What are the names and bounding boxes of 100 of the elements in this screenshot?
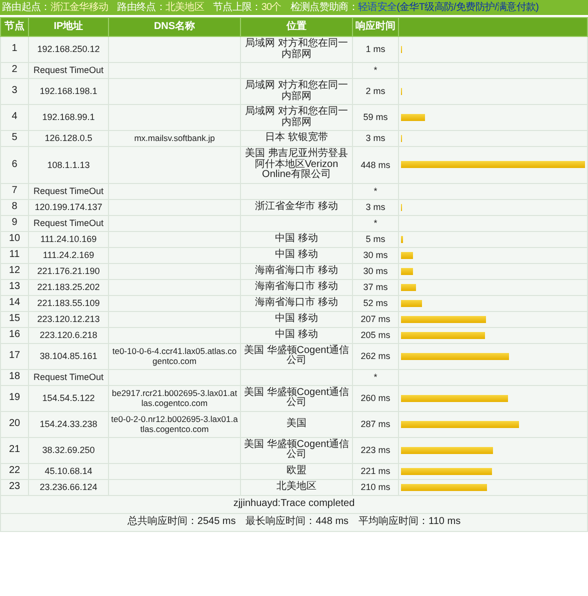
location-cell: 欧盟 <box>240 463 352 479</box>
hop-number-cell: 10 <box>0 231 28 247</box>
route-info-label: 路由终点： <box>117 2 166 14</box>
ip-address-cell: 192.168.99.1 <box>28 104 108 130</box>
dns-name-cell: te0-10-0-6-4.ccr41.lax05.atlas.cogentco.com <box>108 343 240 369</box>
ip-address-cell: 38.104.85.161 <box>28 343 108 369</box>
hop-number-cell: 14 <box>0 295 28 311</box>
column-header: 节点 <box>0 18 28 36</box>
response-time-cell: 30 ms <box>352 263 398 279</box>
location-cell: 局域网 对方和您在同一内部网 <box>240 36 352 62</box>
location-cell: 美国 弗吉尼亚州劳登县阿什本地区Verizon Online有限公司 <box>240 146 352 183</box>
response-time-cell: 5 ms <box>352 231 398 247</box>
hop-number-cell: 4 <box>0 104 28 130</box>
hop-number-cell: 5 <box>0 130 28 146</box>
ip-address-cell: 120.199.174.137 <box>28 199 108 215</box>
response-time-cell: * <box>352 215 398 231</box>
location-cell: 日本 软银宽带 <box>240 130 352 146</box>
location-cell: 局域网 对方和您在同一内部网 <box>240 78 352 104</box>
hop-number-cell: 8 <box>0 199 28 215</box>
response-time-cell: 207 ms <box>352 311 398 327</box>
response-time-cell: 221 ms <box>352 463 398 479</box>
ip-address-cell: 154.24.33.238 <box>28 411 108 437</box>
hop-number-cell: 15 <box>0 311 28 327</box>
location-cell: 局域网 对方和您在同一内部网 <box>240 104 352 130</box>
location-cell: 美国 华盛顿Cogent通信公司 <box>240 385 352 411</box>
hop-number-cell: 7 <box>0 183 28 199</box>
sponsor-link[interactable]: 轻语安全 <box>358 2 397 14</box>
column-header: 位置 <box>240 18 352 36</box>
location-cell: 浙江省金华市 移动 <box>240 199 352 215</box>
ip-address-cell: 223.120.12.213 <box>28 311 108 327</box>
route-info-label: 路由起点： <box>2 2 50 14</box>
ip-address-cell: Request TimeOut <box>28 62 108 78</box>
response-time-cell: 210 ms <box>352 479 398 495</box>
ip-address-cell: 111.24.10.169 <box>28 231 108 247</box>
response-time-cell: * <box>352 183 398 199</box>
hop-number-cell: 12 <box>0 263 28 279</box>
ip-address-cell: 108.1.1.13 <box>28 146 108 183</box>
hop-number-cell: 19 <box>0 385 28 411</box>
hop-number-cell: 2 <box>0 62 28 78</box>
hop-number-cell: 1 <box>0 36 28 62</box>
response-time-cell: * <box>352 62 398 78</box>
location-cell: 中国 移动 <box>240 327 352 343</box>
location-cell: 中国 移动 <box>240 231 352 247</box>
location-cell: 美国 华盛顿Cogent通信公司 <box>240 437 352 463</box>
ip-address-cell: 38.32.69.250 <box>28 437 108 463</box>
hop-number-cell: 11 <box>0 247 28 263</box>
hop-number-cell: 16 <box>0 327 28 343</box>
ip-address-cell: 221.183.55.109 <box>28 295 108 311</box>
trace-status-text: zjjinhuayd:Trace completed <box>233 498 355 509</box>
response-time-cell: 30 ms <box>352 247 398 263</box>
ip-address-cell: Request TimeOut <box>28 215 108 231</box>
response-time-cell: 287 ms <box>352 411 398 437</box>
ip-address-cell: 223.120.6.218 <box>28 327 108 343</box>
ip-address-cell: 192.168.198.1 <box>28 78 108 104</box>
response-time-cell: * <box>352 369 398 385</box>
ip-address-cell: 111.24.2.169 <box>28 247 108 263</box>
route-info-value: 30个 <box>261 2 282 14</box>
hop-number-cell: 13 <box>0 279 28 295</box>
ip-address-cell: 45.10.68.14 <box>28 463 108 479</box>
column-header: IP地址 <box>28 18 108 36</box>
ip-address-cell: Request TimeOut <box>28 369 108 385</box>
ip-address-cell: 192.168.250.12 <box>28 36 108 62</box>
location-cell: 海南省海口市 移动 <box>240 295 352 311</box>
dns-name-cell: mx.mailsv.softbank.jp <box>108 130 240 146</box>
response-time-cell: 448 ms <box>352 146 398 183</box>
response-time-cell: 260 ms <box>352 385 398 411</box>
column-header: DNS名称 <box>108 18 240 36</box>
hop-number-cell: 6 <box>0 146 28 183</box>
ip-address-cell: 23.236.66.124 <box>28 479 108 495</box>
response-time-cell: 3 ms <box>352 130 398 146</box>
sponsor-note-link[interactable]: (金华T级高防/免费防护/满意付款) <box>396 2 539 14</box>
hop-number-cell: 18 <box>0 369 28 385</box>
hop-number-cell: 17 <box>0 343 28 369</box>
summary-text: 总共响应时间：2545 ms 最长响应时间：448 ms 平均响应时间：110 ms <box>127 516 461 527</box>
ip-address-cell: 126.128.0.5 <box>28 130 108 146</box>
ip-address-cell: 221.183.25.202 <box>28 279 108 295</box>
response-time-cell: 37 ms <box>352 279 398 295</box>
response-time-cell: 1 ms <box>352 36 398 62</box>
hop-number-cell: 22 <box>0 463 28 479</box>
route-info-value: 浙江金华移动 <box>50 2 108 14</box>
ip-address-cell: Request TimeOut <box>28 183 108 199</box>
hop-number-cell: 20 <box>0 411 28 437</box>
response-time-cell: 59 ms <box>352 104 398 130</box>
sponsor-label: 检测点赞助商： <box>290 2 358 14</box>
response-time-cell: 3 ms <box>352 199 398 215</box>
hop-number-cell: 9 <box>0 215 28 231</box>
response-time-cell: 2 ms <box>352 78 398 104</box>
dns-name-cell: be2917.rcr21.b002695-3.lax01.atlas.cogentco.com <box>108 385 240 411</box>
location-cell: 中国 移动 <box>240 311 352 327</box>
ip-address-cell: 221.176.21.190 <box>28 263 108 279</box>
route-info-value: 北美地区 <box>165 2 204 14</box>
response-time-cell: 262 ms <box>352 343 398 369</box>
location-cell: 美国 华盛顿Cogent通信公司 <box>240 343 352 369</box>
dns-name-cell: te0-0-2-0.nr12.b002695-3.lax01.atlas.cogentco.com <box>108 411 240 437</box>
hop-number-cell: 23 <box>0 479 28 495</box>
response-time-cell: 52 ms <box>352 295 398 311</box>
location-cell: 美国 <box>240 411 352 437</box>
location-cell: 海南省海口市 移动 <box>240 263 352 279</box>
location-cell: 北美地区 <box>240 479 352 495</box>
location-cell: 海南省海口市 移动 <box>240 279 352 295</box>
